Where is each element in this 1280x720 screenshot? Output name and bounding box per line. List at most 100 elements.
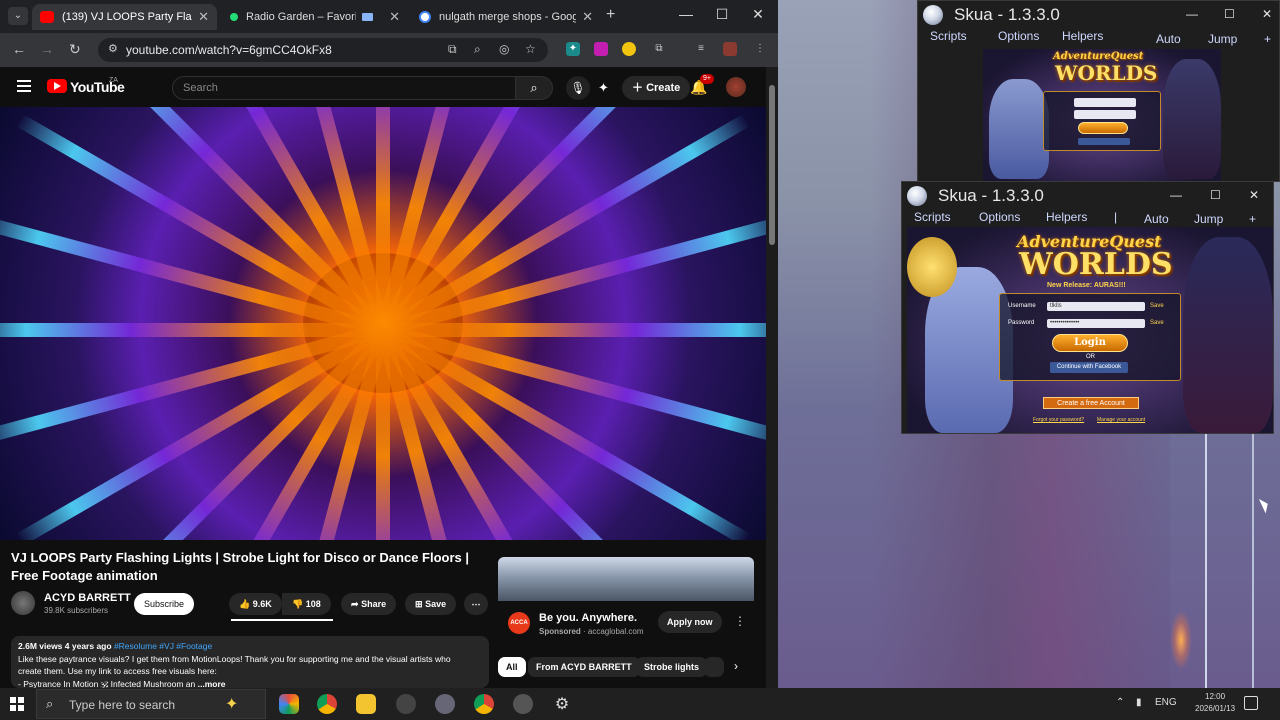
menu-hamburger-icon[interactable] [17,80,31,92]
chrome-profile-icon[interactable] [474,694,494,714]
battery-icon[interactable]: ▮ [1136,697,1142,708]
ad-menu-icon[interactable]: ⋮ [734,614,746,628]
search-button[interactable]: ⌕ [515,76,553,100]
close-icon[interactable]: ✕ [1262,7,1272,21]
taskbar-search[interactable]: ⌕ Type here to search ✦ [36,689,266,719]
tab-google[interactable]: nulgath merge shops - Google ✕ [411,4,601,30]
close-window-icon[interactable]: ✕ [748,6,768,23]
username-field[interactable]: tlklls [1047,302,1145,311]
apply-now-button[interactable]: Apply now [658,611,722,633]
address-bar[interactable]: ⚙ youtube.com/watch?v=6gmCC4OkFx8 ⧉ ⌕ ◎ … [98,38,548,62]
skua-titlebar[interactable]: Skua - 1.3.3.0 — ☐ ✕ [902,182,1273,210]
menu-scripts[interactable]: Scripts [914,210,951,228]
create-account-button[interactable]: Create a free Account [1043,397,1139,409]
menu-jump[interactable]: Jump [1208,32,1237,50]
menu-auto[interactable]: Auto [1156,32,1181,50]
menu-dots-icon[interactable]: ⋮ [753,42,767,56]
extensions-puzzle-icon[interactable]: ⧉ [652,42,666,56]
chip-all[interactable]: All [498,657,526,677]
sponsored-ad[interactable]: ACCA Be you. Anywhere. Sponsored · accag… [498,557,754,647]
file-explorer-icon[interactable] [356,694,376,714]
skua-titlebar[interactable]: Skua - 1.3.3.0 — ☐ ✕ [918,1,1279,29]
menu-helpers[interactable]: Helpers [1046,210,1087,228]
language-indicator[interactable]: ENG [1155,697,1177,708]
facebook-button[interactable] [1078,138,1130,145]
chevron-up-icon[interactable]: ⌃ [1116,697,1124,708]
like-button[interactable]: 👍 9.6K [229,593,282,615]
menu-options[interactable]: Options [979,210,1020,228]
login-button[interactable] [1078,122,1128,134]
forward-icon[interactable]: → [40,41,54,57]
youtube-logo-icon[interactable] [47,79,67,93]
channel-name[interactable]: ACYD BARRETT [44,592,131,604]
show-more-link[interactable]: ...more [198,679,226,689]
reload-icon[interactable]: ↻ [69,41,81,58]
app-icon[interactable] [396,694,416,714]
menu-scripts[interactable]: Scripts [930,29,967,47]
hashtags[interactable]: #Resolume #VJ #Footage [114,641,212,651]
close-icon[interactable]: ✕ [192,9,209,25]
chrome-icon[interactable] [317,694,337,714]
video-player[interactable] [0,107,766,540]
subscribe-button[interactable]: Subscribe [134,593,194,615]
page-scrollbar[interactable] [766,67,778,688]
close-icon[interactable]: ✕ [576,9,593,25]
search-input[interactable]: Search [172,76,516,100]
minimize-icon[interactable]: — [1186,7,1198,21]
username-field[interactable] [1074,98,1136,107]
channel-avatar[interactable] [11,591,35,615]
profile-avatar[interactable] [723,42,737,56]
account-avatar[interactable] [726,77,746,97]
app-icon[interactable] [435,694,455,714]
create-button[interactable]: ＋ Create [622,76,691,100]
site-info-icon[interactable]: ⚙ [108,42,118,55]
more-actions-icon[interactable]: ⋯ [464,593,488,615]
app-icon[interactable] [513,694,533,714]
sparkle-icon[interactable]: ✦ [598,80,609,96]
dislike-button[interactable]: 👎 108 [282,593,331,615]
save-button[interactable]: ⊞ Save [405,593,457,615]
close-icon[interactable]: ✕ [1249,188,1259,202]
minimize-icon[interactable]: — [676,6,696,22]
ad-image[interactable] [498,557,754,601]
extension-icon[interactable] [622,42,636,56]
facebook-button[interactable]: Continue with Facebook [1050,362,1128,373]
game-viewport[interactable]: AdventureQuest WORLDS [983,49,1221,181]
bookmark-star-icon[interactable]: ☆ [525,42,536,56]
extension-icon[interactable]: ✦ [566,42,580,56]
media-control-icon[interactable]: ≡ [694,42,708,56]
minimize-icon[interactable]: — [1170,188,1182,202]
maximize-icon[interactable]: ☐ [1210,188,1221,202]
manage-account-link[interactable]: Manage your account [1097,417,1145,423]
tab-radio-garden[interactable]: Radio Garden – Favorites ✕ [222,4,408,30]
clock[interactable]: 12:00 2026/01/13 [1195,691,1235,715]
microphone-icon[interactable]: 🎙 [566,76,590,100]
chevron-right-icon[interactable]: › [734,659,738,673]
login-button[interactable]: Login [1052,334,1128,352]
password-field[interactable]: •••••••••••••• [1047,319,1145,328]
game-viewport[interactable]: AdventureQuest WORLDS New Release: AURAS… [907,227,1273,433]
copilot-icon[interactable] [279,694,299,714]
settings-gear-icon[interactable]: ⚙ [552,694,572,714]
maximize-icon[interactable]: ☐ [1224,7,1235,21]
tab-youtube[interactable]: (139) VJ LOOPS Party Flashing Lights | S… [32,4,217,30]
install-icon[interactable]: ⧉ [448,42,457,57]
forgot-password-link[interactable]: Forgot your password? [1033,417,1084,423]
menu-helpers[interactable]: Helpers [1062,29,1103,47]
remember-checkbox[interactable]: Save [1150,303,1164,309]
menu-options[interactable]: Options [998,29,1039,47]
video-description[interactable]: 2.6M views 4 years ago #Resolume #VJ #Fo… [11,636,489,689]
maximize-icon[interactable]: ☐ [712,6,732,23]
chip-strobe-lights[interactable]: Strobe lights [636,657,708,677]
extension-icon[interactable] [594,42,608,56]
new-tab-button[interactable]: + [606,6,615,24]
share-button[interactable]: ➦ Share [341,593,397,615]
eye-off-icon[interactable]: ◎ [499,42,509,56]
menu-add[interactable]: + [1264,32,1271,50]
scrollbar-thumb[interactable] [769,85,775,245]
windows-start-icon[interactable] [10,697,24,711]
password-field[interactable] [1074,110,1136,119]
back-icon[interactable]: ← [12,41,26,57]
media-icon[interactable]: ✕ [356,9,400,25]
notification-center-icon[interactable] [1244,696,1258,710]
